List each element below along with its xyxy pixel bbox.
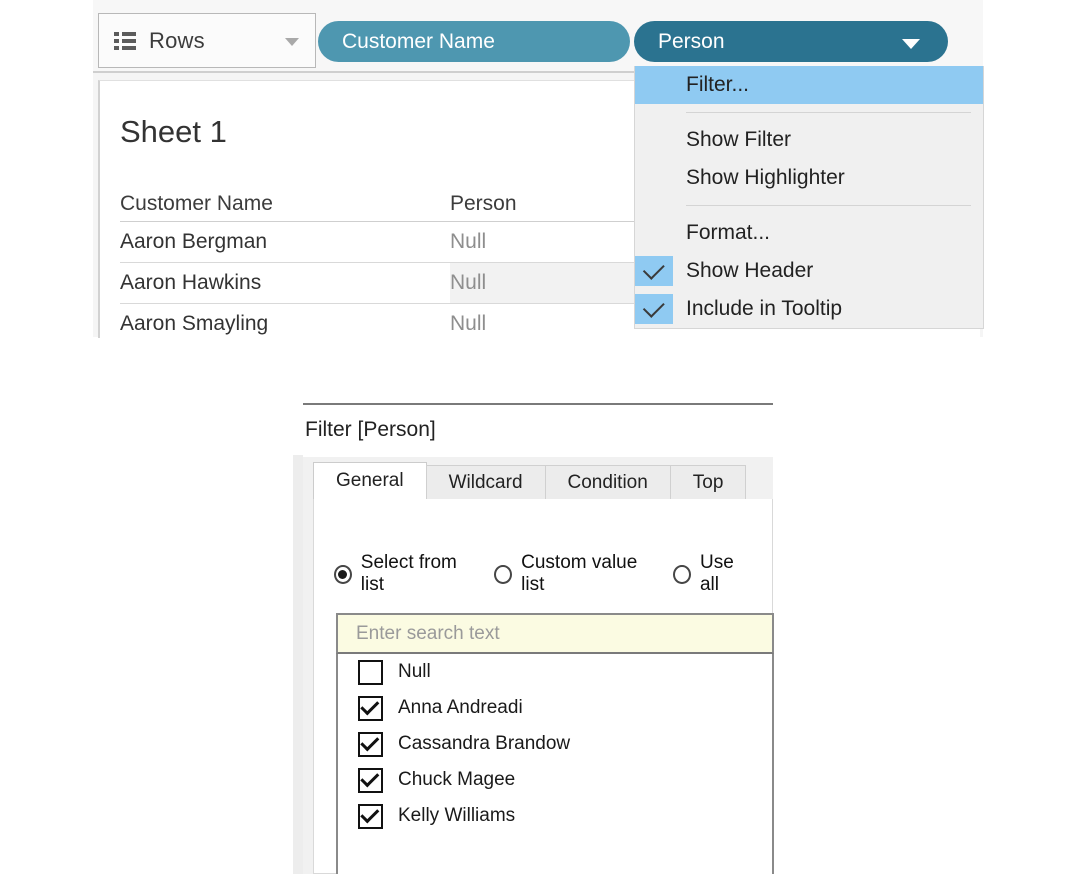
pill-customer-name-label: Customer Name [342, 29, 495, 53]
radio-icon [494, 564, 513, 584]
menu-item-filter[interactable]: Filter... [635, 66, 983, 104]
checkmark-icon [635, 256, 673, 286]
pill-person-label: Person [658, 29, 725, 53]
menu-item-include-in-tooltip[interactable]: Include in Tooltip [635, 290, 983, 328]
chevron-down-icon[interactable] [285, 37, 299, 46]
chevron-down-icon[interactable] [902, 38, 920, 49]
radio-select-from-list[interactable]: Select from list [334, 552, 475, 596]
search-placeholder: Enter search text [356, 622, 500, 644]
list-item[interactable]: Cassandra Brandow [338, 726, 772, 762]
list-item[interactable]: Null [338, 654, 772, 690]
menu-item-label: Filter... [686, 73, 750, 96]
tab-label: Wildcard [448, 471, 523, 493]
list-item-label: Chuck Magee [398, 769, 516, 790]
cell-customer-name: Aaron Hawkins [120, 271, 262, 294]
tab-wildcard[interactable]: Wildcard [425, 465, 546, 499]
menu-item-label: Show Filter [686, 128, 792, 151]
radio-icon [673, 564, 691, 584]
checkbox-icon[interactable] [358, 695, 383, 721]
radio-label: Select from list [360, 552, 457, 595]
pill-context-menu: Filter... Show Filter Show Highlighter F… [634, 66, 984, 329]
cell-customer-name: Aaron Smayling [120, 312, 269, 335]
menu-item-format[interactable]: Format... [635, 214, 983, 252]
pill-person[interactable]: Person [634, 21, 948, 62]
menu-item-label: Show Header [686, 259, 814, 282]
list-item-label: Cassandra Brandow [398, 733, 571, 754]
checkbox-icon[interactable] [358, 731, 383, 757]
checkbox-icon[interactable] [358, 659, 383, 685]
rows-shelf: Rows Customer Name Person [93, 0, 983, 73]
menu-item-show-header[interactable]: Show Header [635, 252, 983, 290]
radio-icon [334, 564, 352, 584]
checkmark-icon [635, 294, 673, 324]
list-item[interactable]: Chuck Magee [338, 762, 772, 798]
tab-condition[interactable]: Condition [544, 465, 671, 499]
radio-label: Use all [699, 552, 734, 595]
dialog-top-rule [303, 403, 773, 405]
filter-dialog: Filter [Person] General Wildcard Conditi… [303, 398, 774, 874]
menu-separator [686, 112, 971, 113]
radio-label: Custom value list [521, 552, 638, 595]
column-header-customer-name[interactable]: Customer Name [120, 192, 450, 216]
menu-item-label: Format... [686, 221, 771, 244]
cell-customer-name: Aaron Bergman [120, 230, 268, 253]
tab-label: Top [692, 471, 724, 493]
search-input[interactable]: Enter search text [336, 613, 774, 654]
list-item-label: Null [398, 661, 431, 682]
filter-tab-bar: General Wildcard Condition Top [313, 462, 773, 499]
menu-item-show-filter[interactable]: Show Filter [635, 121, 983, 159]
dialog-left-gutter [293, 455, 303, 874]
dialog-body: General Wildcard Condition Top Select fr… [303, 457, 774, 874]
radio-custom-value-list[interactable]: Custom value list [494, 552, 654, 596]
menu-item-show-highlighter[interactable]: Show Highlighter [635, 159, 983, 197]
filter-value-list: Null Anna Andreadi Cassandra Brandow Chu… [336, 654, 774, 874]
menu-item-label: Include in Tooltip [686, 297, 843, 320]
tab-top[interactable]: Top [669, 465, 747, 499]
page-title: Sheet 1 [120, 114, 227, 149]
rows-shelf-button[interactable]: Rows [98, 13, 316, 68]
menu-separator [686, 205, 971, 206]
list-item-label: Anna Andreadi [398, 697, 523, 718]
filter-tab-content: Select from list Custom value list Use a… [313, 499, 774, 874]
tab-label: Condition [567, 471, 648, 493]
list-item[interactable]: Anna Andreadi [338, 690, 772, 726]
dialog-title: Filter [Person] [305, 418, 436, 441]
list-item[interactable]: Kelly Williams [338, 798, 772, 834]
pill-customer-name[interactable]: Customer Name [318, 21, 630, 62]
filter-mode-radio-group: Select from list Custom value list Use a… [334, 552, 772, 596]
rows-shelf-label: Rows [149, 27, 205, 53]
tab-label: General [336, 470, 404, 491]
list-item-label: Kelly Williams [398, 805, 516, 826]
checkbox-icon[interactable] [358, 803, 383, 829]
menu-item-label: Show Highlighter [686, 166, 845, 189]
checkbox-icon[interactable] [358, 767, 383, 793]
radio-use-all[interactable]: Use all [673, 552, 753, 596]
rows-icon [114, 31, 136, 50]
tab-general[interactable]: General [313, 462, 427, 499]
